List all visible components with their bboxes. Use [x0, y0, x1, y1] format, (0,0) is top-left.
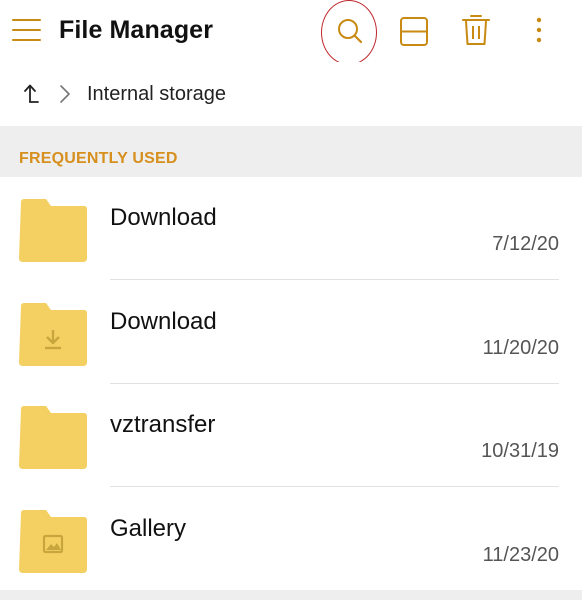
row-divider [110, 486, 559, 487]
file-name: Download [110, 308, 217, 335]
row-divider [110, 279, 559, 280]
file-name: vztransfer [110, 411, 216, 438]
file-date: 7/12/20 [492, 233, 559, 255]
folder-icon [18, 403, 88, 471]
split-view-icon[interactable] [392, 10, 436, 54]
bottom-band [0, 590, 582, 600]
file-date: 11/23/20 [482, 544, 559, 566]
file-list: Download 7/12/20 Download 11/20/20 vztra… [0, 177, 582, 590]
folder-icon [18, 196, 88, 264]
list-item[interactable]: Download 7/12/20 [0, 177, 582, 280]
folder-download-icon [18, 300, 88, 368]
hamburger-menu-icon[interactable] [12, 19, 42, 41]
app-title: File Manager [59, 16, 214, 44]
breadcrumb: Internal storage [0, 62, 582, 126]
more-vert-icon[interactable] [517, 10, 561, 54]
file-date: 11/20/20 [482, 337, 559, 359]
list-item[interactable]: Download 11/20/20 [0, 281, 582, 384]
list-item[interactable]: vztransfer 10/31/19 [0, 384, 582, 487]
up-arrow-icon[interactable] [20, 80, 44, 106]
app-toolbar: File Manager [0, 0, 582, 65]
file-name: Download [110, 204, 217, 231]
file-name: Gallery [110, 515, 187, 542]
breadcrumb-current[interactable]: Internal storage [87, 83, 226, 106]
list-item[interactable]: Gallery 11/23/20 [0, 488, 582, 591]
section-title: FREQUENTLY USED [19, 150, 178, 167]
chevron-right-icon [58, 82, 72, 106]
search-icon[interactable] [328, 10, 372, 54]
folder-image-icon [18, 507, 88, 575]
file-date: 10/31/19 [481, 440, 559, 462]
trash-icon[interactable] [454, 10, 498, 54]
